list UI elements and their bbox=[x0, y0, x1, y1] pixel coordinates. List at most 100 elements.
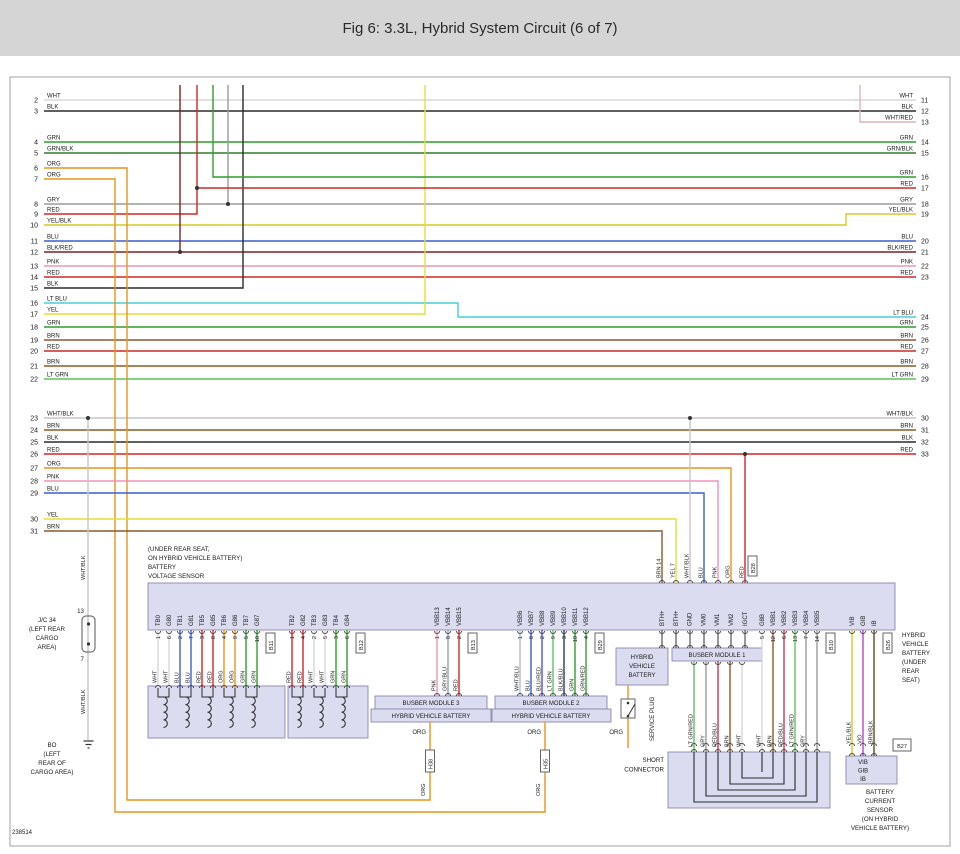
pin-number: 11 bbox=[31, 239, 38, 246]
diagram-text: ORG bbox=[609, 730, 623, 736]
wire-color-label: GRN bbox=[900, 321, 913, 327]
wire-color-label: BLU/RED bbox=[537, 667, 543, 691]
wire-color-label: WHT bbox=[899, 94, 913, 100]
pin-number: 25 bbox=[921, 325, 929, 332]
wire-color-label: ORG bbox=[536, 783, 542, 796]
sensor-pin-number: 6 bbox=[345, 636, 351, 639]
sensor-pin-label: GIB bbox=[861, 616, 867, 626]
pin-number: 18 bbox=[921, 202, 929, 209]
diagram-text: AREA) bbox=[38, 644, 57, 651]
diagram-text: VEHICLE BATTERY) bbox=[851, 825, 909, 832]
diagram-text: CONNECTOR bbox=[624, 767, 664, 774]
wire-blu bbox=[44, 493, 704, 583]
wire-color-label: BLU bbox=[47, 235, 59, 241]
wire-color-label: ORG bbox=[726, 565, 732, 578]
pin-number: 26 bbox=[30, 452, 38, 459]
sensor-pin-label: VBB7 bbox=[529, 610, 535, 626]
pin-number: 27 bbox=[921, 349, 929, 356]
diagram-text: (ON HYBRID bbox=[862, 816, 899, 823]
pin-number: 26 bbox=[921, 338, 929, 345]
pin-number: 29 bbox=[921, 377, 929, 384]
wire-color-label: BLK bbox=[902, 105, 913, 111]
pin-number: 32 bbox=[921, 440, 929, 447]
wire-color-label: RED bbox=[298, 671, 304, 683]
sensor-pin-number: 7 bbox=[804, 636, 810, 639]
sensor-pin-number: 4 bbox=[301, 636, 307, 639]
pin-number: 31 bbox=[30, 529, 38, 536]
junction-dot bbox=[688, 416, 692, 420]
wire-color-label: SERVICE PLUG bbox=[650, 696, 656, 741]
component-label: IB bbox=[860, 777, 866, 783]
sensor-pin-number: 4 bbox=[584, 636, 590, 639]
pin-number: 17 bbox=[921, 186, 929, 193]
wire-color-label: RED bbox=[454, 679, 460, 691]
sensor-pin-label: VBB5 bbox=[815, 610, 821, 626]
pin-number: 6 bbox=[34, 166, 38, 173]
wire-color-label: GRN/BLK bbox=[47, 147, 73, 153]
sensor-pin-label: BTH+ bbox=[674, 610, 680, 626]
pin-number: 20 bbox=[921, 239, 929, 246]
wire-color-label: LT GRN bbox=[892, 373, 913, 379]
wire-lt-blu bbox=[44, 303, 916, 317]
component-label: VEHICLE bbox=[629, 664, 655, 670]
diagram-text: BO bbox=[48, 742, 57, 749]
wire-color-label: WHT bbox=[164, 670, 170, 683]
pin-number: 11 bbox=[921, 98, 928, 105]
pin-number: 33 bbox=[921, 452, 929, 459]
connector-label: H35 bbox=[544, 759, 550, 769]
pin-number: 13 bbox=[30, 264, 38, 271]
sensor-pin-label: VBB3 bbox=[793, 610, 799, 626]
wire-color-label: GRY bbox=[900, 198, 913, 204]
wire-color-label: RED bbox=[47, 448, 60, 454]
wire-color-label: YEL/BLK bbox=[889, 208, 913, 214]
connector-label: B26 bbox=[886, 640, 892, 650]
pin-number: 5 bbox=[34, 151, 38, 158]
wire-color-label: RED bbox=[900, 345, 913, 351]
pin-number: 30 bbox=[30, 517, 38, 524]
wire-color-label: GRY/BLU bbox=[443, 667, 449, 691]
diagram-text: REAR bbox=[902, 668, 920, 675]
sensor-pin-label: G8B bbox=[760, 614, 766, 626]
sensor-pin-number: 3 bbox=[334, 636, 340, 639]
diagram-text: SENSOR bbox=[867, 807, 894, 814]
pin-number: 23 bbox=[30, 416, 38, 423]
wire-color-label: WHT/BLK bbox=[47, 412, 74, 418]
wire-color-label: BLK/RED bbox=[887, 246, 913, 252]
pin-number: 27 bbox=[30, 466, 38, 473]
connector-label: B12 bbox=[359, 640, 365, 650]
sensor-pin-label: G81 bbox=[189, 614, 195, 626]
wire-color-label: VIO bbox=[858, 734, 864, 744]
sensor-pin-number: 1 bbox=[156, 636, 162, 639]
wire-color-label: ORG bbox=[47, 462, 61, 468]
wire-color-label: PNK bbox=[901, 260, 913, 266]
wire-color-label: RED bbox=[740, 566, 746, 578]
pin-number: 12 bbox=[30, 250, 38, 257]
component-box bbox=[288, 686, 368, 738]
diagram-text: (LEFT REAR bbox=[29, 626, 66, 633]
junction-dot bbox=[195, 186, 199, 190]
sensor-pin-number: 8 bbox=[529, 636, 535, 639]
diagram-text: ORG bbox=[527, 730, 541, 736]
wire-color-label: RED bbox=[287, 671, 293, 683]
wire-color-label: BLK bbox=[47, 436, 58, 442]
diagram-text: ON HYBRID VEHICLE BATTERY) bbox=[148, 555, 242, 562]
wire-color-label: BRN bbox=[900, 334, 913, 340]
pin-number: 10 bbox=[30, 223, 38, 230]
diagram-text: 238514 bbox=[12, 830, 33, 836]
diagram-text: HYBRID bbox=[902, 632, 926, 639]
diagram-text: CARGO AREA) bbox=[31, 769, 74, 776]
diagram-text: 13 bbox=[77, 608, 84, 615]
diagram-text: CARGO bbox=[36, 635, 59, 642]
sensor-pin-number: 1 bbox=[518, 636, 524, 639]
connector-label: B29 bbox=[598, 640, 604, 650]
sensor-pin-label: TB4 bbox=[334, 614, 340, 626]
sensor-pin-number: 2 bbox=[178, 636, 184, 639]
sensor-pin-number: 9 bbox=[551, 636, 557, 639]
sensor-pin-number: 3 bbox=[562, 636, 568, 639]
sensor-pin-label: VBB12 bbox=[584, 607, 590, 626]
wire-color-label: BLK/BLU bbox=[559, 668, 565, 691]
wire-color-label: BLU bbox=[175, 672, 181, 683]
wire-color-label: BLU bbox=[699, 567, 705, 578]
sensor-pin-number: 8 bbox=[446, 636, 452, 639]
diagram-text: BATTERY bbox=[866, 789, 894, 796]
